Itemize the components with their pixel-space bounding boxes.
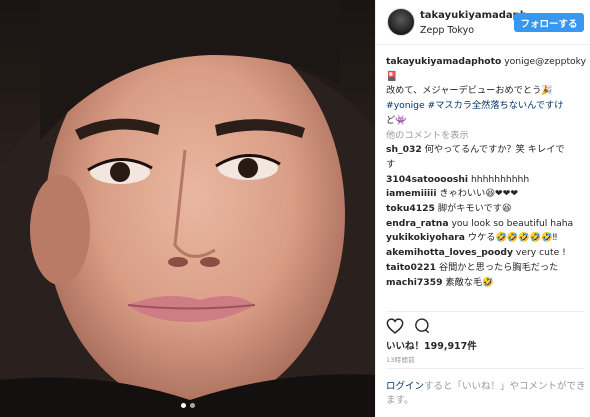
carousel-dots xyxy=(0,403,375,409)
username-link[interactable]: takayukiyamadaph xyxy=(420,10,527,21)
comment-username[interactable]: akemihotta_loves_poody xyxy=(386,247,513,258)
caption-line: ど👾 xyxy=(386,114,586,129)
avatar[interactable] xyxy=(387,8,415,36)
location-link[interactable]: Zepp Tokyo xyxy=(420,25,474,36)
post-sidebar: takayukiyamadaph Zepp Tokyo フォローする takay… xyxy=(375,0,590,417)
emoji-icon: 👾 xyxy=(395,114,407,126)
carousel-dot[interactable] xyxy=(189,403,195,408)
comment-username[interactable]: endra_ratna xyxy=(386,218,449,229)
comment-text: very cute ! xyxy=(512,247,566,259)
comment-text: きゃわいい xyxy=(436,188,486,200)
comment-username[interactable]: 3104satooooshi xyxy=(386,174,468,185)
comment-text: す xyxy=(386,158,396,170)
portrait-photo xyxy=(0,0,375,417)
comment-row: す xyxy=(386,158,586,173)
comment-row: endra_ratna you look so beautiful haha xyxy=(386,217,586,232)
caption-line: takayukiyamadaphoto yonige@zepptokyo xyxy=(386,55,586,70)
emoji-icon: 🎉 xyxy=(541,85,553,97)
likes-count: いいね！199,917件 xyxy=(386,341,477,352)
comment-row: akemihotta_loves_poody very cute ! xyxy=(386,246,586,261)
emoji-icon: 😆❤❤❤ xyxy=(485,188,519,200)
caption-text: 改めて、メジャーデビューおめでとう xyxy=(386,85,542,97)
comment-text: 脚がキモいです xyxy=(434,203,502,215)
hashtag-link[interactable]: #yonige xyxy=(386,100,425,111)
comment-row: toku4125 脚がキモいです😆 xyxy=(386,202,586,217)
caption-line: 🎴 xyxy=(386,70,586,85)
comment-row: 3104satooooshi hhhhhhhhhh xyxy=(386,173,586,188)
hashtag-link[interactable]: #マスカラ全然落ちないんですけ xyxy=(428,100,564,111)
caption-line: #yonige #マスカラ全然落ちないんですけ xyxy=(386,99,586,114)
comment-username[interactable]: machi7359 xyxy=(386,277,442,288)
comment-text: 素敵な毛 xyxy=(442,276,483,288)
comment-row: iamemiiiii きゃわいい😆❤❤❤ xyxy=(386,187,586,202)
emoji-icon: 🤣🤣🤣🤣🤣‼ xyxy=(495,232,558,244)
login-prompt: ログインすると「いいね！」やコメントができます。 xyxy=(386,380,586,408)
post-header: takayukiyamadaph Zepp Tokyo フォローする xyxy=(376,0,590,45)
comment-text: you look so beautiful haha xyxy=(448,217,574,229)
comment-row: sh_032 何やってるんですか？笑 キレイで xyxy=(386,143,586,158)
post-image[interactable] xyxy=(0,0,375,417)
comment-username[interactable]: toku4125 xyxy=(386,203,435,214)
comment-text: ウケる xyxy=(465,232,496,244)
comment-row: yukikokiyohara ウケる🤣🤣🤣🤣🤣‼ xyxy=(386,231,586,246)
comment-text: hhhhhhhhhh xyxy=(468,173,530,185)
caption-username[interactable]: takayukiyamadaphoto xyxy=(386,56,501,67)
heart-icon[interactable] xyxy=(386,318,404,334)
more-comments-link[interactable]: 他のコメントを表示 xyxy=(386,129,586,144)
login-link[interactable]: ログイン xyxy=(386,381,424,392)
comment-row: machi7359 素敵な毛🤣 xyxy=(386,276,586,291)
emoji-icon: 🤣 xyxy=(482,276,494,288)
comment-username[interactable]: taito0221 xyxy=(386,262,436,273)
caption-line: 改めて、メジャーデビューおめでとう🎉 xyxy=(386,84,586,99)
comment-icon[interactable] xyxy=(413,317,430,334)
comment-row: taito0221 谷間かと思ったら胸毛だった xyxy=(386,261,586,276)
comment-username[interactable]: iamemiiiii xyxy=(386,188,436,199)
section-divider xyxy=(386,368,584,369)
carousel-dot-active[interactable] xyxy=(180,403,186,408)
comment-username[interactable]: yukikokiyohara xyxy=(386,232,465,243)
caption-text: ど xyxy=(386,114,396,126)
comment-text: 谷間かと思ったら胸毛だった xyxy=(436,261,559,273)
post-time: 13時間前 xyxy=(386,356,415,364)
section-divider xyxy=(386,311,584,312)
follow-button[interactable]: フォローする xyxy=(514,13,584,32)
comment-username[interactable]: sh_032 xyxy=(386,144,422,155)
comments-list: takayukiyamadaphoto yonige@zepptokyo 🎴 改… xyxy=(386,55,586,290)
comment-text: 何やってるんですか？笑 キレイで xyxy=(421,144,565,156)
emoji-icon: 😆 xyxy=(501,203,512,215)
caption-text: yonige@zepptokyo xyxy=(501,56,586,67)
emoji-icon: 🎴 xyxy=(386,70,398,82)
